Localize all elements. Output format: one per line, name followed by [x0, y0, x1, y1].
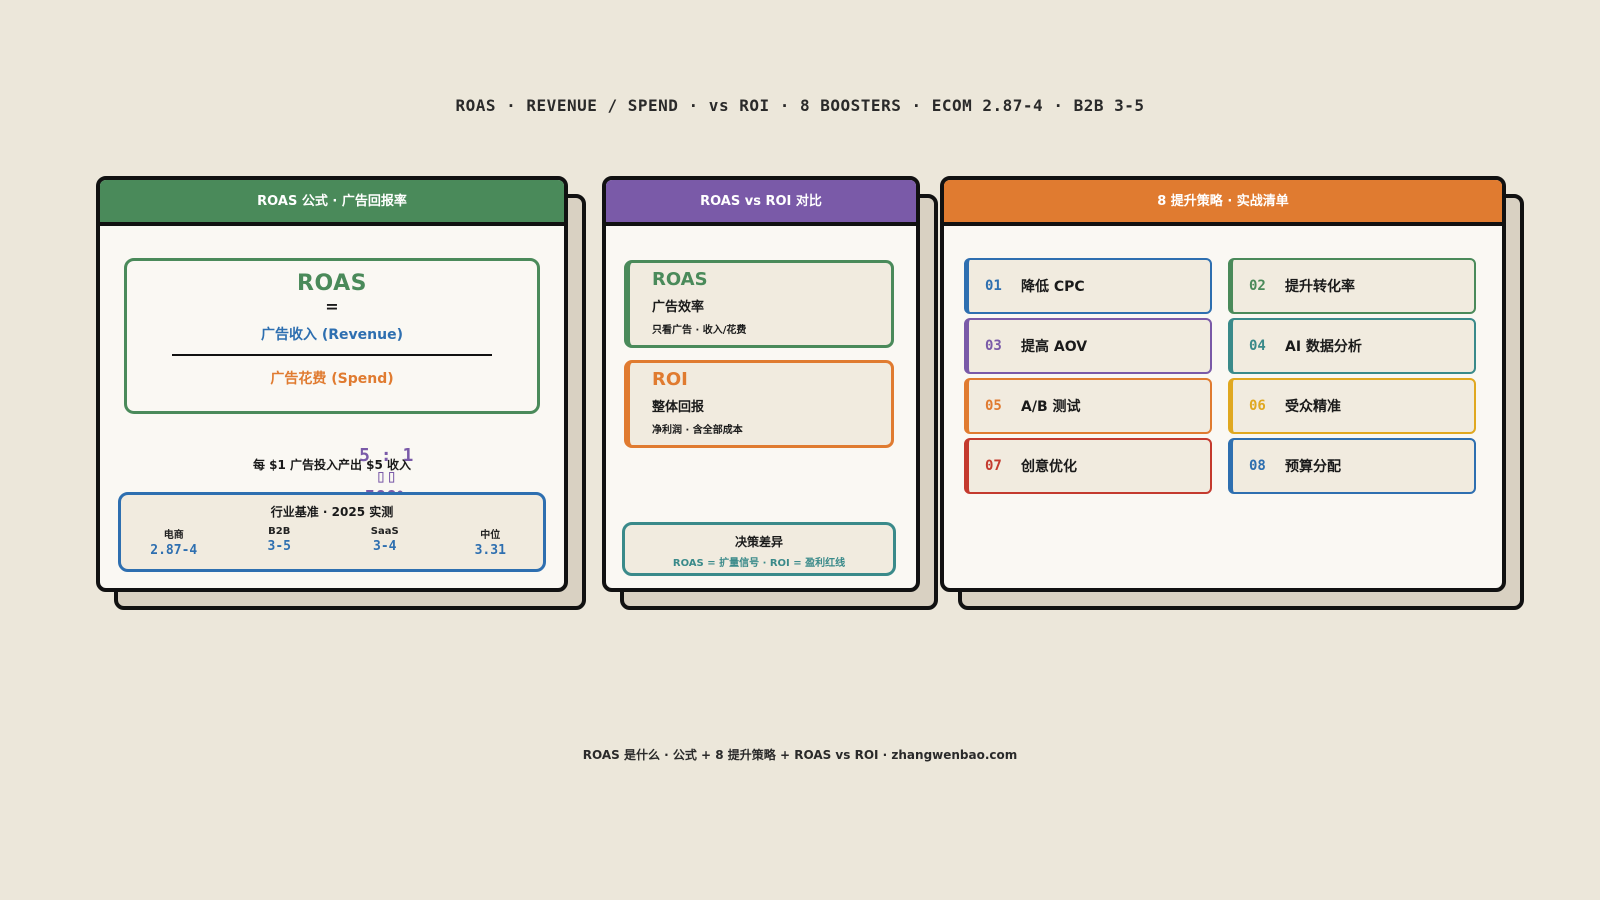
booster-number: 06	[1249, 398, 1266, 414]
benchmark-item: 中位 3.31	[438, 526, 544, 558]
formula-name: ROAS	[297, 271, 367, 296]
decision-box: 决策差异 ROAS = 扩量信号 · ROI = 盈利红线	[622, 522, 896, 576]
ratio-note: 每 $1 广告投入产出 $5 收入	[252, 458, 412, 472]
benchmark-label: B2B	[268, 526, 291, 537]
header-tagline: ROAS · REVENUE / SPEND · vs ROI · 8 BOOS…	[455, 96, 1145, 115]
roas-card-note: 只看广告 · 收入/花费	[652, 325, 747, 336]
benchmark-item: B2B 3-5	[227, 526, 333, 558]
booster-label: 提高 AOV	[1021, 339, 1088, 355]
benchmark-value: 3.31	[474, 543, 506, 558]
booster-number: 01	[985, 278, 1002, 294]
benchmark-label: SaaS	[370, 526, 399, 537]
roas-card-subtitle: 广告效率	[652, 300, 705, 315]
benchmark-title: 行业基准 · 2025 实测	[270, 505, 394, 519]
roas-card: ROAS 广告效率 只看广告 · 收入/花费	[624, 260, 894, 348]
benchmark-label: 中位	[480, 530, 501, 541]
booster-item-05: 05 A/B 测试	[964, 378, 1212, 434]
formula-numerator: 广告收入 (Revenue)	[261, 327, 403, 343]
booster-number: 04	[1249, 338, 1266, 354]
booster-number: 02	[1249, 278, 1266, 294]
booster-label: A/B 测试	[1021, 399, 1081, 415]
decision-title: 决策差异	[734, 535, 783, 549]
compare-panel-title: ROAS vs ROI 对比	[606, 180, 916, 226]
booster-item-04: 04 AI 数据分析	[1228, 318, 1476, 374]
booster-number: 08	[1249, 458, 1266, 474]
booster-item-01: 01 降低 CPC	[964, 258, 1212, 314]
compare-panel: ROAS vs ROI 对比 ROAS 广告效率 只看广告 · 收入/花费 RO…	[602, 176, 938, 610]
booster-label: 降低 CPC	[1021, 279, 1085, 295]
booster-item-08: 08 预算分配	[1228, 438, 1476, 494]
booster-label: AI 数据分析	[1285, 339, 1362, 355]
roi-card-note: 净利润 · 含全部成本	[652, 425, 743, 436]
footer: ROAS 是什么 · 公式 + 8 提升策略 + ROAS vs ROI · z…	[582, 748, 1018, 762]
booster-item-06: 06 受众精准	[1228, 378, 1476, 434]
formula-denominator: 广告花费 (Spend)	[270, 371, 394, 387]
booster-label: 受众精准	[1285, 399, 1341, 415]
formula-box: ROAS = 广告收入 (Revenue) 广告花费 (Spend)	[124, 258, 540, 414]
booster-label: 预算分配	[1285, 459, 1341, 475]
formula-panel: ROAS 公式 · 广告回报率 ROAS = 广告收入 (Revenue) 广告…	[96, 176, 586, 610]
decision-text: ROAS = 扩量信号 · ROI = 盈利红线	[672, 558, 846, 569]
benchmark-box: 行业基准 · 2025 实测 电商 2.87-4 B2B 3-5 SaaS 3-	[118, 492, 546, 572]
booster-number: 05	[985, 398, 1002, 414]
benchmark-item: SaaS 3-4	[332, 526, 438, 558]
benchmark-value: 2.87-4	[150, 543, 198, 558]
booster-label: 创意优化	[1021, 459, 1077, 475]
formula-equals: =	[325, 297, 339, 316]
roas-card-title: ROAS	[652, 269, 708, 290]
booster-item-03: 03 提高 AOV	[964, 318, 1212, 374]
boosters-panel-title: 8 提升策略 · 实战清单	[944, 180, 1502, 226]
benchmark-item: 电商 2.87-4	[121, 526, 227, 558]
booster-label: 提升转化率	[1285, 279, 1355, 295]
benchmark-value: 3-5	[267, 539, 291, 554]
page: ROAS · REVENUE / SPEND · vs ROI · 8 BOOS…	[0, 0, 1600, 900]
benchmark-label: 电商	[163, 530, 184, 541]
boosters-panel: 8 提升策略 · 实战清单 01 降低 CPC 02 提升转化率 03 提高 AOV 04 A…	[940, 176, 1524, 610]
formula-panel-title: ROAS 公式 · 广告回报率	[100, 180, 564, 226]
booster-item-07: 07 创意优化	[964, 438, 1212, 494]
booster-number: 07	[985, 458, 1002, 474]
booster-number: 03	[985, 338, 1002, 354]
benchmark-value: 3-4	[373, 539, 397, 554]
roi-card-subtitle: 整体回报	[652, 400, 705, 415]
booster-item-02: 02 提升转化率	[1228, 258, 1476, 314]
roi-card: ROI 整体回报 净利润 · 含全部成本	[624, 360, 894, 448]
roi-card-title: ROI	[652, 369, 688, 390]
fraction-bar	[172, 354, 492, 356]
